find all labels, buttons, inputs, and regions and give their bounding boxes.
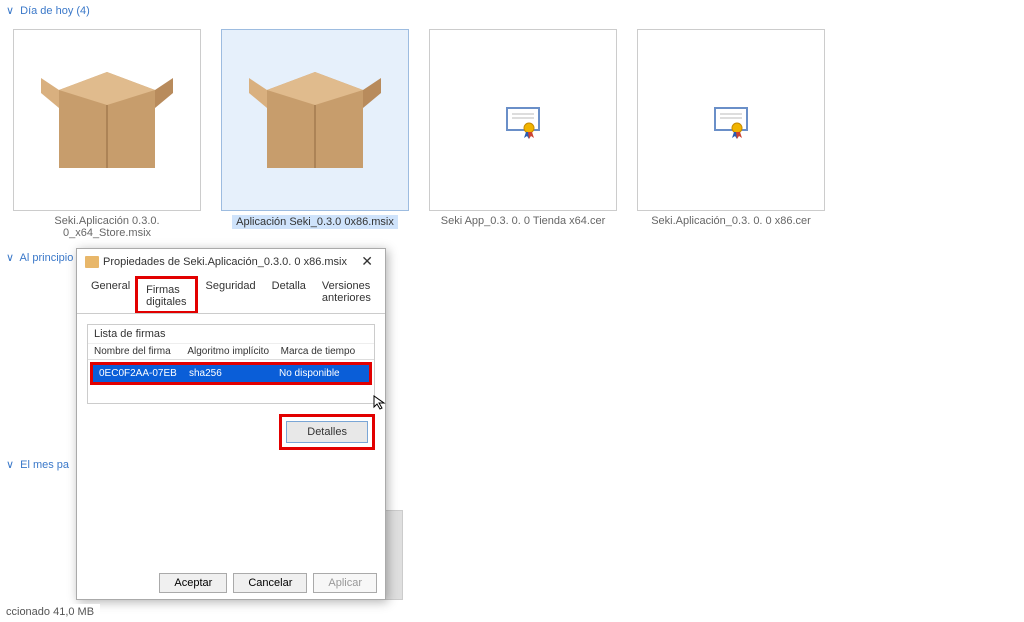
tab-digital-signatures[interactable]: Firmas digitales bbox=[138, 280, 194, 311]
file-thumb bbox=[13, 29, 201, 211]
dialog-titlebar: Propiedades de Seki.Aplicación_0.3.0. 0 … bbox=[77, 249, 385, 274]
close-icon[interactable]: ✕ bbox=[357, 253, 377, 270]
folder-icon bbox=[85, 256, 99, 268]
sig-timestamp: No disponible bbox=[279, 368, 363, 379]
col-algorithm[interactable]: Algoritmo implícito bbox=[187, 346, 274, 357]
dialog-buttons: Aceptar Cancelar Aplicar bbox=[159, 573, 377, 593]
col-timestamp[interactable]: Marca de tiempo bbox=[281, 346, 368, 357]
list-title: Lista de firmas bbox=[88, 325, 374, 344]
apply-button[interactable]: Aplicar bbox=[313, 573, 377, 593]
file-label: Seki.Aplicación_0.3. 0. 0 x86.cer bbox=[651, 215, 811, 227]
tab-security[interactable]: Seguridad bbox=[198, 276, 264, 313]
file-item[interactable]: Seki.Aplicación_0.3. 0. 0 x86.cer bbox=[636, 29, 826, 239]
file-item[interactable]: Seki App_0.3. 0. 0 Tienda x64.cer bbox=[428, 29, 618, 239]
signature-list: Lista de firmas Nombre del firma Algorit… bbox=[87, 324, 375, 404]
group-label: Día de hoy (4) bbox=[20, 5, 90, 17]
tab-details[interactable]: Detalla bbox=[264, 276, 314, 313]
properties-dialog: Propiedades de Seki.Aplicación_0.3.0. 0 … bbox=[76, 248, 386, 600]
file-grid: Seki.Aplicación 0.3.0. 0_x64_Store.msix … bbox=[0, 21, 1024, 247]
chevron-down-icon: ∨ bbox=[6, 458, 14, 471]
cursor-icon bbox=[373, 395, 389, 411]
file-item[interactable]: Aplicación Seki_0.3.0 0x86.msix bbox=[220, 29, 410, 239]
sig-signer: 0EC0F2AA-07EB bbox=[99, 368, 183, 379]
details-button[interactable]: Detalles bbox=[286, 421, 368, 443]
package-icon bbox=[32, 45, 182, 195]
status-bar: ccionado 41,0 MB bbox=[0, 604, 100, 622]
group-header-today[interactable]: ∨ Día de hoy (4) bbox=[0, 0, 1024, 21]
chevron-down-icon: ∨ bbox=[6, 251, 14, 264]
file-item[interactable]: Seki.Aplicación 0.3.0. 0_x64_Store.msix bbox=[12, 29, 202, 239]
highlight-box: Firmas digitales bbox=[135, 276, 197, 313]
certificate-icon bbox=[711, 100, 751, 140]
group-label: El mes pa bbox=[20, 459, 69, 471]
highlight-box: Detalles bbox=[279, 414, 375, 450]
file-thumb bbox=[637, 29, 825, 211]
file-thumb bbox=[221, 29, 409, 211]
file-label: Seki App_0.3. 0. 0 Tienda x64.cer bbox=[441, 215, 606, 227]
column-headers: Nombre del firma Algoritmo implícito Mar… bbox=[88, 344, 374, 360]
cancel-button[interactable]: Cancelar bbox=[233, 573, 307, 593]
tab-bar: General Firmas digitales Seguridad Detal… bbox=[77, 274, 385, 314]
dialog-title-text: Propiedades de Seki.Aplicación_0.3.0. 0 … bbox=[103, 256, 347, 268]
tab-general[interactable]: General bbox=[83, 276, 138, 313]
chevron-down-icon: ∨ bbox=[6, 4, 14, 17]
sig-algorithm: sha256 bbox=[189, 368, 273, 379]
col-signer[interactable]: Nombre del firma bbox=[94, 346, 181, 357]
file-label: Seki.Aplicación 0.3.0. 0_x64_Store.msix bbox=[12, 215, 202, 239]
details-area: Detalles bbox=[87, 414, 375, 450]
ok-button[interactable]: Aceptar bbox=[159, 573, 227, 593]
certificate-icon bbox=[503, 100, 543, 140]
package-icon bbox=[240, 45, 390, 195]
group-header-last-month[interactable]: ∨ El mes pa bbox=[0, 454, 75, 475]
signature-row[interactable]: 0EC0F2AA-07EB sha256 No disponible bbox=[93, 365, 369, 382]
partial-thumb bbox=[385, 510, 403, 600]
file-label: Aplicación Seki_0.3.0 0x86.msix bbox=[232, 215, 398, 229]
tab-previous-versions[interactable]: Versiones anteriores bbox=[314, 276, 379, 313]
highlight-box: 0EC0F2AA-07EB sha256 No disponible bbox=[90, 362, 372, 385]
file-thumb bbox=[429, 29, 617, 211]
